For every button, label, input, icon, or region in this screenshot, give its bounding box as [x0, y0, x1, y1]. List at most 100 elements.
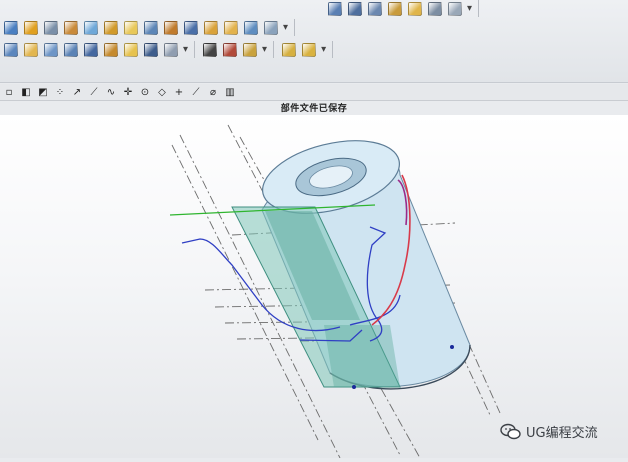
block-button[interactable]	[182, 19, 199, 36]
snap-endpoint-icon[interactable]: ◧	[19, 85, 33, 99]
anchor-point[interactable]	[450, 345, 454, 349]
patch-icon	[407, 1, 422, 16]
edit-surface-button[interactable]	[326, 0, 343, 17]
extrude-icon	[3, 20, 18, 35]
chevron-down-icon[interactable]: ▾	[262, 44, 267, 55]
slot-icon	[143, 20, 158, 35]
pad-icon	[123, 20, 138, 35]
feature-toolbar-row-2: ▾ ▾ ▾	[2, 41, 336, 58]
snap-curve-icon[interactable]: ∿	[104, 85, 118, 99]
datum-plane-button[interactable]	[221, 41, 238, 58]
snap-tangent-icon[interactable]: ⟋	[87, 85, 101, 99]
cylinder-icon	[203, 20, 218, 35]
edit-surface-icon	[327, 1, 342, 16]
scale-button[interactable]	[82, 41, 99, 58]
tube-button[interactable]	[102, 41, 119, 58]
mirror-icon	[281, 42, 296, 57]
assembly-icon	[301, 42, 316, 57]
unite-icon	[163, 42, 178, 57]
datum-plane-shade	[324, 325, 400, 387]
thread-icon	[123, 42, 138, 57]
chamfer-icon	[23, 42, 38, 57]
snap-control-icon[interactable]: ⁘	[53, 85, 67, 99]
toolbar-separator	[332, 41, 334, 58]
triangle-button[interactable]	[201, 41, 218, 58]
chevron-down-icon[interactable]: ▾	[183, 44, 188, 55]
mirror-button[interactable]	[280, 41, 297, 58]
snap-midpoint-icon[interactable]: ◩	[36, 85, 50, 99]
chamfer-button[interactable]	[22, 41, 39, 58]
split-body-icon	[143, 42, 158, 57]
analysis-icon	[447, 1, 462, 16]
split-body-button[interactable]	[142, 41, 159, 58]
block-icon	[183, 20, 198, 35]
toolbar-separator	[194, 41, 196, 58]
pocket-button[interactable]	[102, 19, 119, 36]
sweep-button[interactable]	[42, 19, 59, 36]
cylinder-button[interactable]	[202, 19, 219, 36]
cone-button[interactable]	[222, 19, 239, 36]
measure-icon	[427, 1, 442, 16]
measure-button[interactable]	[426, 0, 443, 17]
feature-toolbar-row-1: ▾	[2, 19, 298, 36]
snap-line-icon[interactable]: ↗	[70, 85, 84, 99]
chevron-down-icon[interactable]: ▾	[467, 3, 472, 14]
model-view[interactable]	[0, 115, 628, 459]
blend-button[interactable]	[42, 41, 59, 58]
assembly-button[interactable]	[300, 41, 317, 58]
snap-bar-end-icon[interactable]: ▥	[223, 85, 237, 99]
hole-button[interactable]	[62, 19, 79, 36]
sweep-icon	[43, 20, 58, 35]
snap-intersection-icon[interactable]: ✛	[121, 85, 135, 99]
hole-icon	[63, 20, 78, 35]
pattern-button[interactable]	[241, 41, 258, 58]
shell-button[interactable]	[262, 19, 279, 36]
groove-button[interactable]	[162, 19, 179, 36]
analysis-button[interactable]	[446, 0, 463, 17]
snap-quadrant-icon[interactable]: ◇	[155, 85, 169, 99]
extrude-button[interactable]	[2, 19, 19, 36]
sphere-button[interactable]	[242, 19, 259, 36]
shell-icon	[263, 20, 278, 35]
trim-body-icon	[367, 1, 382, 16]
snap-settings-icon[interactable]: ▫	[2, 85, 16, 99]
offset-surface-button[interactable]	[346, 0, 363, 17]
datum-plane-icon	[222, 42, 237, 57]
sew-button[interactable]	[386, 0, 403, 17]
slot-button[interactable]	[142, 19, 159, 36]
chevron-down-icon[interactable]: ▾	[321, 44, 326, 55]
status-bar: 部件文件已保存	[0, 101, 628, 115]
snap-point-icon[interactable]: +	[172, 85, 186, 99]
toolbar-separator	[478, 0, 480, 17]
ribbon-toolbar-area: ▾ ▾ ▾ ▾ ▾	[0, 0, 628, 83]
unite-button[interactable]	[162, 41, 179, 58]
patch-button[interactable]	[406, 0, 423, 17]
chevron-down-icon[interactable]: ▾	[283, 22, 288, 33]
offset-surface-icon	[347, 1, 362, 16]
watermark: UG编程交流	[500, 422, 598, 441]
blend-icon	[43, 42, 58, 57]
boss-icon	[83, 20, 98, 35]
surface-toolbar: ▾	[326, 0, 482, 17]
snap-on-curve-icon[interactable]: ⟋	[189, 85, 203, 99]
wechat-icon	[500, 423, 521, 439]
scale-icon	[83, 42, 98, 57]
thicken-button[interactable]	[62, 41, 79, 58]
snap-face-icon[interactable]: ⌀	[206, 85, 220, 99]
draft-button[interactable]	[2, 41, 19, 58]
sphere-icon	[243, 20, 258, 35]
graphics-viewport[interactable]	[0, 115, 628, 459]
status-message: 部件文件已保存	[280, 104, 348, 114]
pad-button[interactable]	[122, 19, 139, 36]
anchor-point[interactable]	[352, 385, 356, 389]
trim-body-button[interactable]	[366, 0, 383, 17]
thicken-icon	[63, 42, 78, 57]
revolve-button[interactable]	[22, 19, 39, 36]
thread-button[interactable]	[122, 41, 139, 58]
snap-point-toolbar: ▫ ◧ ◩ ⁘ ↗ ⟋ ∿ ✛ ⊙ ◇ + ⟋ ⌀ ▥	[0, 84, 628, 101]
triangle-icon	[202, 42, 217, 57]
cone-icon	[223, 20, 238, 35]
boss-button[interactable]	[82, 19, 99, 36]
pattern-icon	[242, 42, 257, 57]
snap-center-icon[interactable]: ⊙	[138, 85, 152, 99]
